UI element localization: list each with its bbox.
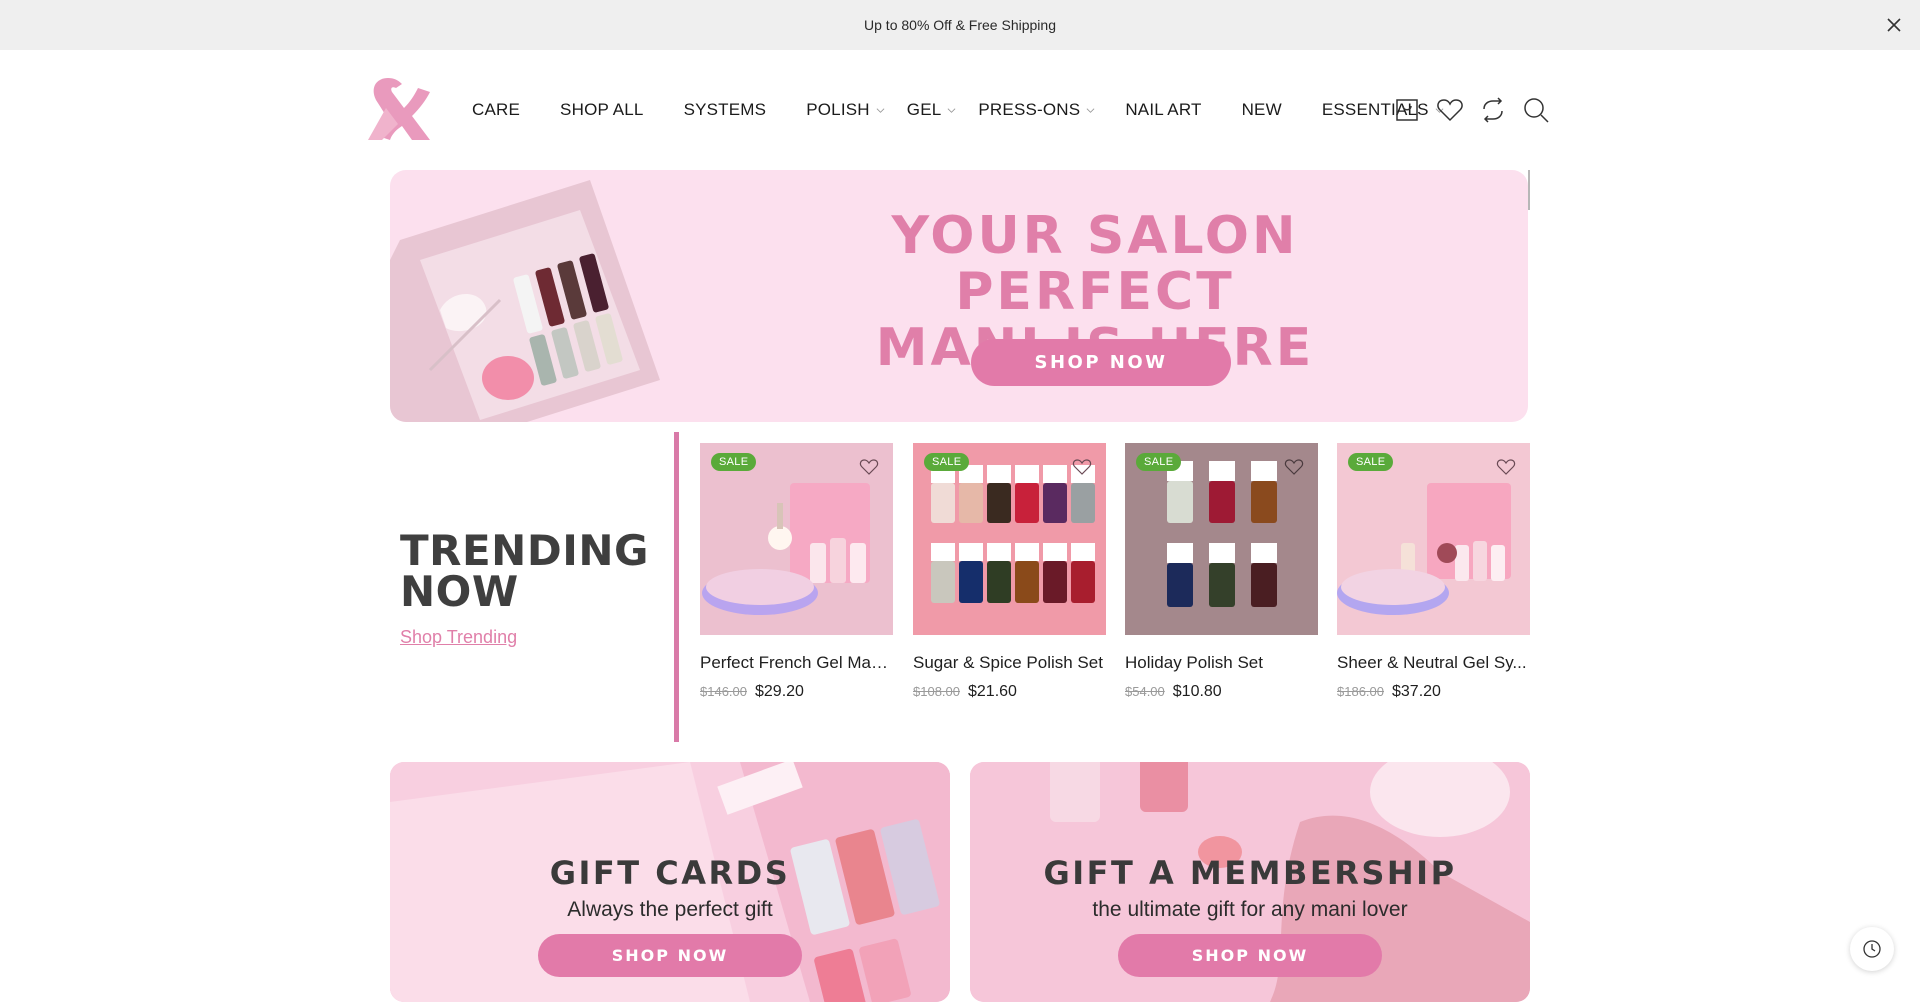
search-icon[interactable] [1522,96,1550,124]
nav-item-press-ons[interactable]: PRESS-ONS [978,100,1095,120]
gift-cards-promo[interactable]: GIFT CARDS Always the perfect gift SHOP … [390,762,950,1002]
product-price: $108.00 $21.60 [913,683,1106,701]
sale-badge: SALE [1136,453,1182,471]
product-card[interactable]: SALE Holiday Polish Set $54.00 $10.80 [1125,443,1318,701]
product-name[interactable]: Sugar & Spice Polish Set [913,653,1106,673]
gift-membership-promo[interactable]: GIFT A MEMBERSHIP the ultimate gift for … [970,762,1530,1002]
product-name[interactable]: Holiday Polish Set [1125,653,1318,673]
hero-banner[interactable]: YOUR SALON PERFECT MANI IS HERE SHOP NOW [390,170,1528,422]
nav-item-care[interactable]: CARE [472,100,520,120]
nav-item-gel[interactable]: GEL [907,100,957,120]
shop-trending-link[interactable]: Shop Trending [400,627,517,648]
membership-shop-now-button[interactable]: SHOP NOW [1118,934,1382,977]
product-card[interactable]: SALE Perfect French Gel Man... $146.00 $2… [700,443,893,701]
product-price: $186.00 $37.20 [1337,683,1530,701]
hero-shop-now-button[interactable]: SHOP NOW [971,339,1231,386]
product-name[interactable]: Perfect French Gel Man... [700,653,893,673]
product-card[interactable]: SALE Sugar & Spice Polish Set $108.00 $21… [913,443,1106,701]
sale-price: $29.20 [755,683,804,700]
gift-cards-content: GIFT CARDS Always the perfect gift SHOP … [390,854,950,977]
promo-subtitle: the ultimate gift for any mani lover [1092,898,1408,921]
product-card[interactable]: SALE Sheer & Neutral Gel Sy... $186.00 $3… [1337,443,1530,701]
header-icons [1393,96,1565,124]
promo-title: GIFT CARDS [549,854,791,892]
trending-divider [674,432,679,742]
product-image[interactable]: SALE [1125,443,1318,635]
chevron-down-icon [947,107,956,113]
sale-badge: SALE [711,453,757,471]
site-header: CARE SHOP ALL SYSTEMS POLISH GEL PRESS-O… [0,50,1920,170]
sale-badge: SALE [1348,453,1394,471]
product-price: $146.00 $29.20 [700,683,893,701]
wishlist-heart-icon[interactable] [1072,457,1092,477]
sale-price: $10.80 [1172,683,1222,700]
product-image[interactable]: SALE [1337,443,1530,635]
carousel-edge [1528,170,1530,210]
gift-cards-shop-now-button[interactable]: SHOP NOW [538,934,802,977]
refresh-icon[interactable] [1479,96,1507,124]
product-image[interactable]: SALE [913,443,1106,635]
history-button[interactable] [1850,927,1894,971]
product-price: $54.00 $10.80 [1125,683,1318,701]
original-price: $186.00 [1337,684,1384,699]
sale-badge: SALE [924,453,970,471]
nav-item-new[interactable]: NEW [1242,100,1282,120]
original-price: $146.00 [700,684,747,699]
product-image[interactable]: SALE [700,443,893,635]
close-icon[interactable] [1882,13,1906,37]
cart-icon[interactable] [1393,96,1421,124]
main-nav: CARE SHOP ALL SYSTEMS POLISH GEL PRESS-O… [472,50,1466,170]
nav-item-polish[interactable]: POLISH [806,100,885,120]
nav-item-nail-art[interactable]: NAIL ART [1125,100,1201,120]
heart-icon[interactable] [1436,96,1464,124]
promo-title: GIFT A MEMBERSHIP [1043,854,1457,892]
original-price: $108.00 [913,684,960,699]
sale-price: $37.20 [1392,683,1441,700]
announcement-text: Up to 80% Off & Free Shipping [864,17,1056,33]
trending-title: TRENDING NOW [400,526,649,616]
wishlist-heart-icon[interactable] [1496,457,1516,477]
gift-membership-content: GIFT A MEMBERSHIP the ultimate gift for … [970,854,1530,977]
announcement-bar: Up to 80% Off & Free Shipping [0,0,1920,50]
nav-item-systems[interactable]: SYSTEMS [684,100,767,120]
nav-item-shop-all[interactable]: SHOP ALL [560,100,644,120]
nail-kit-image [390,180,660,422]
chevron-down-icon [876,107,885,113]
promo-subtitle: Always the perfect gift [567,898,773,921]
product-name[interactable]: Sheer & Neutral Gel Sy... [1337,653,1530,673]
sale-price: $21.60 [968,683,1017,700]
brand-logo[interactable] [368,78,434,140]
wishlist-heart-icon[interactable] [1284,457,1304,477]
original-price: $54.00 [1125,684,1165,699]
history-icon [1863,940,1881,958]
chevron-down-icon [1086,107,1095,113]
wishlist-heart-icon[interactable] [859,457,879,477]
